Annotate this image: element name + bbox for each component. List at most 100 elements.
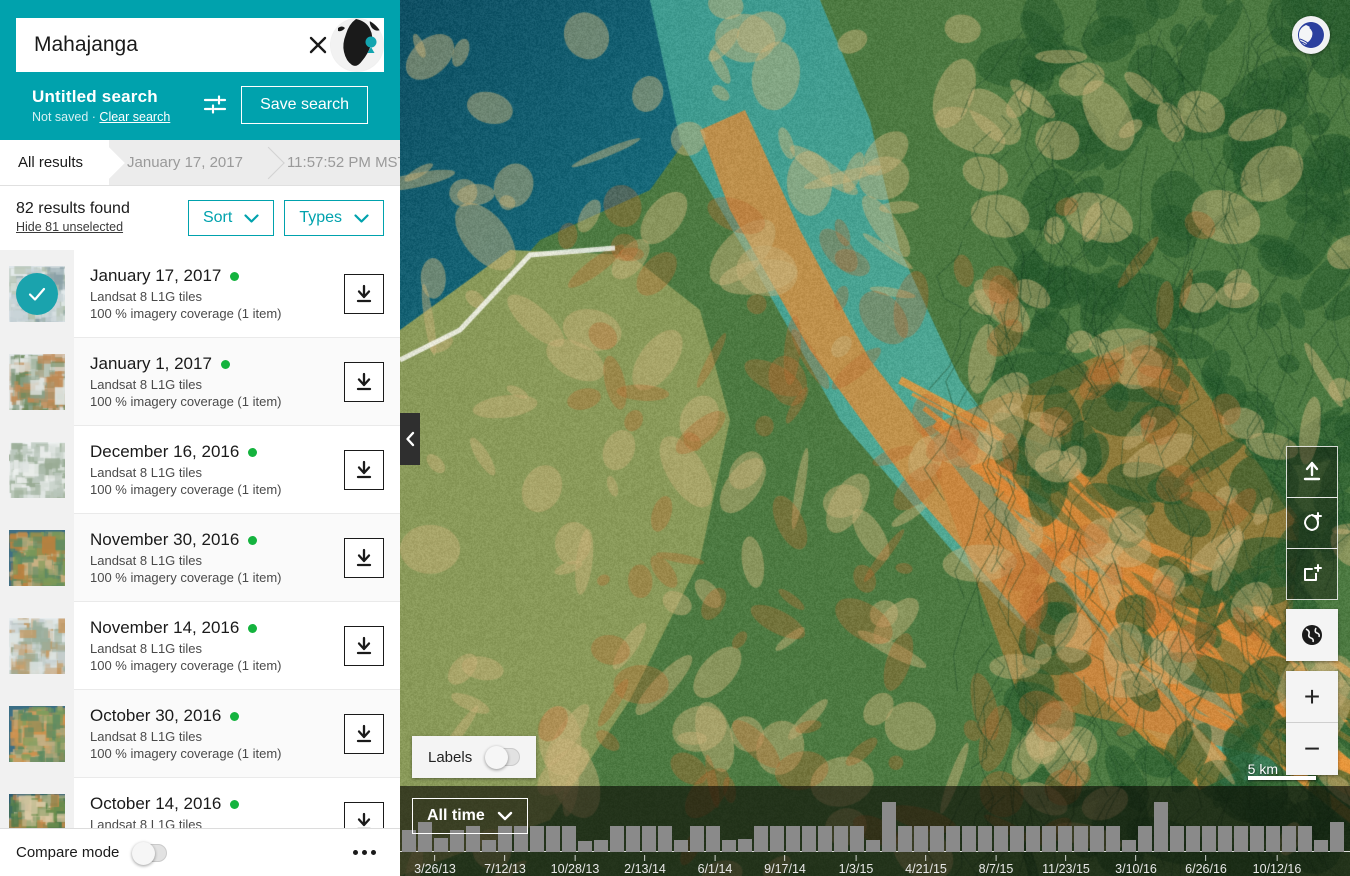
download-button[interactable] xyxy=(344,274,384,314)
histogram-bar[interactable] xyxy=(1330,822,1344,852)
result-thumbnail-container[interactable] xyxy=(0,250,74,338)
result-item[interactable]: October 30, 2016Landsat 8 L1G tiles100 %… xyxy=(0,690,400,778)
search-filters-button[interactable] xyxy=(195,94,235,116)
histogram-bar[interactable] xyxy=(866,840,880,852)
download-button[interactable] xyxy=(344,802,384,829)
histogram-bar[interactable] xyxy=(914,826,928,852)
download-button[interactable] xyxy=(344,538,384,578)
map-viewport[interactable]: + − Labels 5 km xyxy=(400,0,1350,876)
histogram-bar[interactable] xyxy=(818,826,832,852)
histogram-bar[interactable] xyxy=(562,826,576,852)
histogram-bar[interactable] xyxy=(610,826,624,852)
histogram-bar[interactable] xyxy=(1138,826,1152,852)
histogram-bar[interactable] xyxy=(722,840,736,852)
histogram-bar[interactable] xyxy=(1010,826,1024,852)
histogram-bar[interactable] xyxy=(658,826,672,852)
types-button[interactable]: Types xyxy=(284,200,384,236)
histogram-bar[interactable] xyxy=(1122,840,1136,852)
histogram-bar[interactable] xyxy=(1250,826,1264,852)
histogram-bar[interactable] xyxy=(738,839,752,852)
clear-search-icon-button[interactable] xyxy=(305,18,330,72)
histogram-bar[interactable] xyxy=(754,826,768,852)
histogram-bar[interactable] xyxy=(1058,826,1072,852)
histogram-bar[interactable] xyxy=(530,826,544,852)
histogram-bar[interactable] xyxy=(674,840,688,852)
result-item[interactable]: October 14, 2016Landsat 8 L1G tiles100 %… xyxy=(0,778,400,828)
save-search-button[interactable]: Save search xyxy=(241,86,368,124)
histogram-bar[interactable] xyxy=(482,840,496,852)
result-thumbnail-container[interactable] xyxy=(0,426,74,514)
histogram-bar[interactable] xyxy=(946,826,960,852)
histogram-bar[interactable] xyxy=(1042,826,1056,852)
download-button[interactable] xyxy=(344,450,384,490)
download-button[interactable] xyxy=(344,714,384,754)
result-thumbnail-container[interactable] xyxy=(0,514,74,602)
histogram-bar[interactable] xyxy=(786,826,800,852)
histogram-bar[interactable] xyxy=(1026,826,1040,852)
histogram-bar[interactable] xyxy=(1170,826,1184,852)
histogram-bar[interactable] xyxy=(850,826,864,852)
hide-unselected-link[interactable]: Hide 81 unselected xyxy=(16,220,123,234)
breadcrumb-item[interactable]: January 17, 2017 xyxy=(109,140,269,185)
histogram-bar[interactable] xyxy=(434,838,448,852)
result-thumbnail-container[interactable] xyxy=(0,338,74,426)
result-item[interactable]: January 1, 2017Landsat 8 L1G tiles100 % … xyxy=(0,338,400,426)
histogram-bar[interactable] xyxy=(706,826,720,852)
histogram-bar[interactable] xyxy=(578,841,592,852)
result-item[interactable]: January 17, 2017Landsat 8 L1G tiles100 %… xyxy=(0,250,400,338)
histogram-bar[interactable] xyxy=(930,826,944,852)
labels-toggle[interactable] xyxy=(486,748,520,766)
histogram-bar[interactable] xyxy=(1106,826,1120,852)
histogram-bar[interactable] xyxy=(962,826,976,852)
app-logo-icon[interactable] xyxy=(1292,16,1330,54)
histogram-bar[interactable] xyxy=(1090,826,1104,852)
compare-mode-toggle[interactable] xyxy=(133,844,167,862)
breadcrumb-item[interactable]: 11:57:52 PM MST xyxy=(269,140,400,185)
histogram-bar[interactable] xyxy=(690,826,704,852)
zoom-out-button[interactable]: − xyxy=(1286,723,1338,775)
download-button[interactable] xyxy=(344,362,384,402)
results-list[interactable]: January 17, 2017Landsat 8 L1G tiles100 %… xyxy=(0,250,400,828)
histogram-bar[interactable] xyxy=(802,826,816,852)
globe-thumbnail-icon[interactable] xyxy=(330,18,384,72)
result-item[interactable]: November 30, 2016Landsat 8 L1G tiles100 … xyxy=(0,514,400,602)
histogram-bar[interactable] xyxy=(1074,826,1088,852)
zoom-in-button[interactable]: + xyxy=(1286,671,1338,723)
download-button[interactable] xyxy=(344,626,384,666)
histogram-bar[interactable] xyxy=(1186,826,1200,852)
histogram-bar[interactable] xyxy=(594,840,608,852)
time-range-button[interactable]: All time xyxy=(412,798,528,834)
breadcrumb-item[interactable]: All results xyxy=(0,140,109,185)
histogram-bar[interactable] xyxy=(1218,826,1232,852)
histogram-bar[interactable] xyxy=(1234,826,1248,852)
draw-rectangle-button[interactable] xyxy=(1286,548,1338,600)
histogram-bar[interactable] xyxy=(1298,826,1312,852)
histogram-bar[interactable] xyxy=(978,826,992,852)
panel-collapse-button[interactable] xyxy=(400,413,420,465)
upload-aoi-button[interactable] xyxy=(1286,446,1338,498)
histogram-bar[interactable] xyxy=(898,826,912,852)
histogram-bar[interactable] xyxy=(882,802,896,852)
clear-search-link[interactable]: Clear search xyxy=(99,110,170,124)
result-thumbnail-container[interactable] xyxy=(0,778,74,829)
histogram-bar[interactable] xyxy=(1314,840,1328,852)
result-thumbnail-container[interactable] xyxy=(0,690,74,778)
histogram-bar[interactable] xyxy=(994,826,1008,852)
result-item[interactable]: November 14, 2016Landsat 8 L1G tiles100 … xyxy=(0,602,400,690)
histogram-bar[interactable] xyxy=(834,826,848,852)
histogram-bar[interactable] xyxy=(1282,826,1296,852)
histogram-bar[interactable] xyxy=(1266,826,1280,852)
histogram-bar[interactable] xyxy=(770,826,784,852)
histogram-bar[interactable] xyxy=(1202,826,1216,852)
search-input[interactable] xyxy=(34,33,305,57)
draw-polygon-button[interactable] xyxy=(1286,497,1338,549)
histogram-bar[interactable] xyxy=(546,826,560,852)
result-item[interactable]: December 16, 2016Landsat 8 L1G tiles100 … xyxy=(0,426,400,514)
more-options-button[interactable] xyxy=(345,842,384,863)
histogram-bar[interactable] xyxy=(1154,802,1168,852)
histogram-bar[interactable] xyxy=(642,826,656,852)
result-thumbnail-container[interactable] xyxy=(0,602,74,690)
temporal-histogram[interactable]: 3/26/137/12/1310/28/132/13/146/1/149/17/… xyxy=(400,786,1350,876)
histogram-bar[interactable] xyxy=(626,826,640,852)
sort-button[interactable]: Sort xyxy=(188,200,274,236)
